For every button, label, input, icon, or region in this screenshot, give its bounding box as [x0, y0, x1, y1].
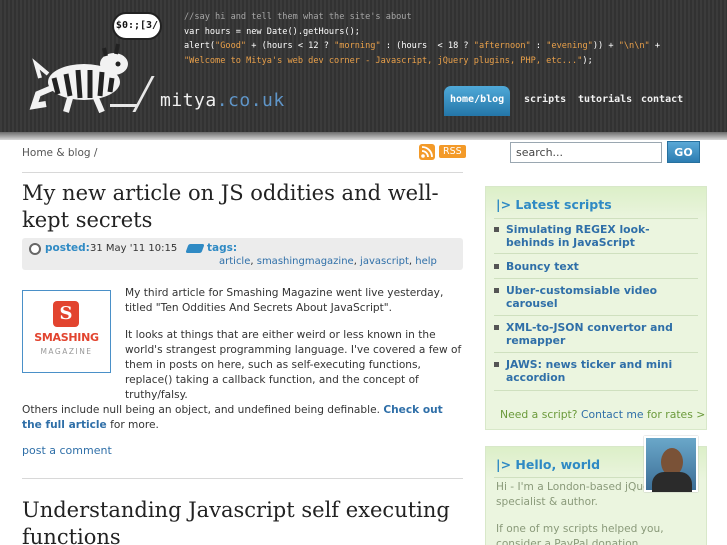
nav-home-blog[interactable]: home/blog — [444, 86, 511, 116]
tag-link[interactable]: article — [219, 256, 250, 267]
rss-label: RSS — [439, 145, 466, 158]
clock-icon — [29, 243, 41, 255]
article-paragraph-2: It looks at things that are either weird… — [125, 329, 462, 401]
posted-label: posted: — [45, 242, 90, 254]
script-label: Bouncy text — [506, 260, 579, 273]
site-logo[interactable]: mitya.co.uk — [160, 90, 285, 111]
nav-tutorials[interactable]: tutorials — [572, 86, 638, 114]
separator — [494, 390, 698, 391]
bullet-icon — [494, 227, 499, 232]
divider — [22, 478, 463, 479]
brand-tld: .co.uk — [216, 90, 285, 111]
header-shadow — [0, 132, 727, 140]
tags-label: tags: — [207, 242, 238, 254]
bullet-icon — [494, 264, 499, 269]
code-string: "Good" — [215, 41, 247, 51]
divider — [22, 172, 463, 173]
search-input[interactable] — [510, 142, 662, 163]
logo-word-magazine: MAGAZINE — [40, 347, 93, 356]
separator — [494, 352, 698, 353]
rss-link[interactable]: RSS — [419, 144, 466, 160]
post-comment-link[interactable]: post a comment — [22, 444, 112, 457]
separator — [494, 218, 698, 219]
script-label: Uber-customsiable video carousel — [506, 284, 658, 310]
search-go-button[interactable]: GO — [667, 141, 700, 163]
code-string: "morning" — [334, 41, 381, 51]
script-item[interactable]: Simulating REGEX look-behinds in JavaScr… — [494, 223, 694, 249]
nav-contact[interactable]: contact — [635, 86, 689, 114]
code-string: "\n\n" — [618, 41, 650, 51]
smashing-magazine-logo: S SMASHING MAGAZINE — [22, 290, 111, 373]
separator — [494, 253, 698, 254]
article-paragraph-3: Others include null being an object, and… — [22, 403, 463, 433]
script-item[interactable]: Bouncy text — [494, 260, 694, 273]
need-text: for rates > — [643, 408, 706, 421]
separator — [494, 278, 698, 279]
site-header: $0:;[3/ mitya.co.uk //say hi and tell th… — [0, 0, 727, 132]
latest-scripts-box: |> Latest scripts Simulating REGEX look-… — [485, 186, 707, 430]
code-line-2-part: + — [649, 41, 661, 51]
article-title[interactable]: Understanding Javascript self executing … — [22, 497, 463, 545]
tag-link[interactable]: help — [415, 256, 437, 267]
underscore-decoration — [110, 104, 138, 107]
page: $0:;[3/ mitya.co.uk //say hi and tell th… — [0, 0, 727, 545]
speech-bubble: $0:;[3/ — [112, 12, 162, 40]
article-meta: posted: 31 May '11 10:15 tags: article, … — [22, 238, 463, 270]
tag-list: article, smashingmagazine, javascript, h… — [219, 256, 437, 267]
hello-paragraph-2: If one of my scripts helped you, conside… — [496, 523, 664, 545]
contact-me-link[interactable]: Contact me — [581, 408, 644, 421]
script-label: JAWS: news ticker and mini accordion — [506, 358, 673, 384]
article-title[interactable]: My new article on JS oddities and well-k… — [22, 180, 463, 234]
script-label: XML-to-JSON convertor and remapper — [506, 321, 673, 347]
posted-date: 31 May '11 10:15 — [90, 243, 178, 254]
author-avatar — [644, 436, 698, 492]
code-line-2-part: + (hours < 12 ? — [246, 41, 335, 51]
need-text: Need a script? — [500, 408, 581, 421]
breadcrumb[interactable]: Home & blog / — [22, 147, 97, 159]
article-paragraph-1: My third article for Smashing Magazine w… — [125, 287, 444, 314]
script-item[interactable]: XML-to-JSON convertor and remapper — [494, 321, 694, 347]
code-string: "afternoon" — [473, 41, 531, 51]
script-item[interactable]: JAWS: news ticker and mini accordion — [494, 358, 694, 384]
avatar-body — [652, 472, 692, 492]
code-line-2-part: )) + — [592, 41, 619, 51]
tag-link[interactable]: smashingmagazine — [257, 256, 354, 267]
code-comment: //say hi and tell them what the site's a… — [184, 12, 412, 22]
header-code-snippet: //say hi and tell them what the site's a… — [184, 10, 660, 68]
tag-link[interactable]: javascript — [360, 256, 409, 267]
hello-title: |> Hello, world — [496, 457, 601, 472]
code-line-3: "Welcome to Mitya's web dev corner - Jav… — [184, 55, 583, 66]
zebra-mascot-icon — [29, 43, 128, 114]
need-script-text: Need a script? Contact me for rates > — [500, 408, 705, 421]
code-line-3-end: ); — [582, 55, 593, 66]
rss-icon — [419, 144, 435, 160]
smashing-s-icon: S — [53, 301, 79, 327]
brand-name: mitya — [160, 90, 217, 111]
code-line-2-part: : — [530, 41, 547, 51]
bullet-icon — [494, 288, 499, 293]
paragraph-text: Others include null being an object, and… — [22, 404, 384, 416]
code-line-2-part: alert( — [184, 41, 216, 51]
code-line-2-part: : (hours < 18 ? — [380, 41, 474, 51]
bullet-icon — [494, 362, 499, 367]
script-label: Simulating REGEX look-behinds in JavaScr… — [506, 223, 650, 249]
nav-scripts[interactable]: scripts — [518, 86, 572, 114]
script-item[interactable]: Uber-customsiable video carousel — [494, 284, 694, 310]
tag-icon — [185, 244, 205, 253]
code-line-1: var hours = new Date().getHours(); — [184, 26, 360, 37]
logo-word-smashing: SMASHING — [34, 331, 99, 344]
paragraph-text: for more. — [106, 419, 159, 431]
separator — [494, 315, 698, 316]
latest-scripts-title: |> Latest scripts — [496, 197, 612, 212]
code-string: "evening" — [546, 41, 593, 51]
bullet-icon — [494, 325, 499, 330]
